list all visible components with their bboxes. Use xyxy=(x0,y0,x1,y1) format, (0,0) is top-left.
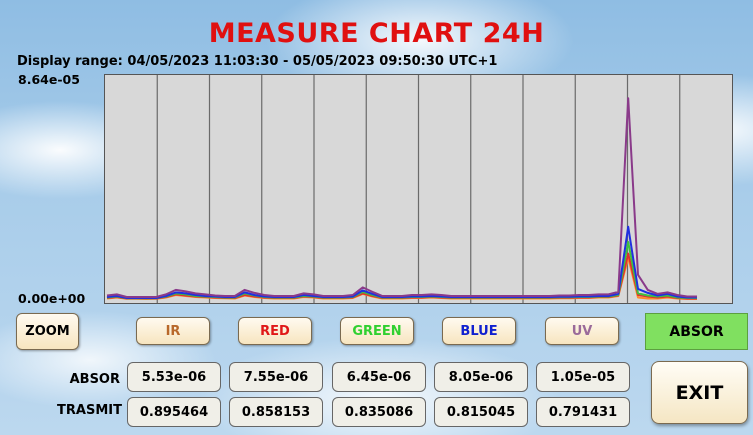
series-line-3 xyxy=(106,225,697,299)
trasmit-value-uv: 0.791431 xyxy=(536,397,630,427)
trasmit-row-label: TRASMIT xyxy=(57,403,122,418)
uv-button[interactable]: UV xyxy=(545,317,619,345)
exit-button[interactable]: EXIT xyxy=(651,361,748,424)
absor-value-red: 7.55e-06 xyxy=(229,362,323,392)
absor-row-label: ABSOR xyxy=(69,372,120,387)
absor-value-uv: 1.05e-05 xyxy=(536,362,630,392)
absor-button[interactable]: ABSOR xyxy=(645,313,748,350)
absor-value-ir: 5.53e-06 xyxy=(127,362,221,392)
y-axis-min-label: 0.00e+00 xyxy=(18,291,86,306)
red-button[interactable]: RED xyxy=(238,317,312,345)
green-button[interactable]: GREEN xyxy=(340,317,414,345)
display-range: Display range: 04/05/2023 11:03:30 - 05/… xyxy=(17,54,498,69)
trasmit-value-ir: 0.895464 xyxy=(127,397,221,427)
chart-svg xyxy=(106,75,697,303)
blue-button[interactable]: BLUE xyxy=(442,317,516,345)
absor-value-green: 6.45e-06 xyxy=(332,362,426,392)
series-line-2 xyxy=(106,241,697,300)
ir-button[interactable]: IR xyxy=(136,317,210,345)
series-line-4 xyxy=(106,97,697,298)
absor-value-blue: 8.05e-06 xyxy=(434,362,528,392)
trasmit-value-green: 0.835086 xyxy=(332,397,426,427)
series-line-1 xyxy=(106,252,697,300)
trasmit-value-red: 0.858153 xyxy=(229,397,323,427)
page-title: MEASURE CHART 24H xyxy=(208,18,545,49)
zoom-button[interactable]: ZOOM xyxy=(16,313,79,350)
chart-plot-area[interactable] xyxy=(104,74,733,304)
y-axis-max-label: 8.64e-05 xyxy=(18,72,80,87)
trasmit-value-blue: 0.815045 xyxy=(434,397,528,427)
